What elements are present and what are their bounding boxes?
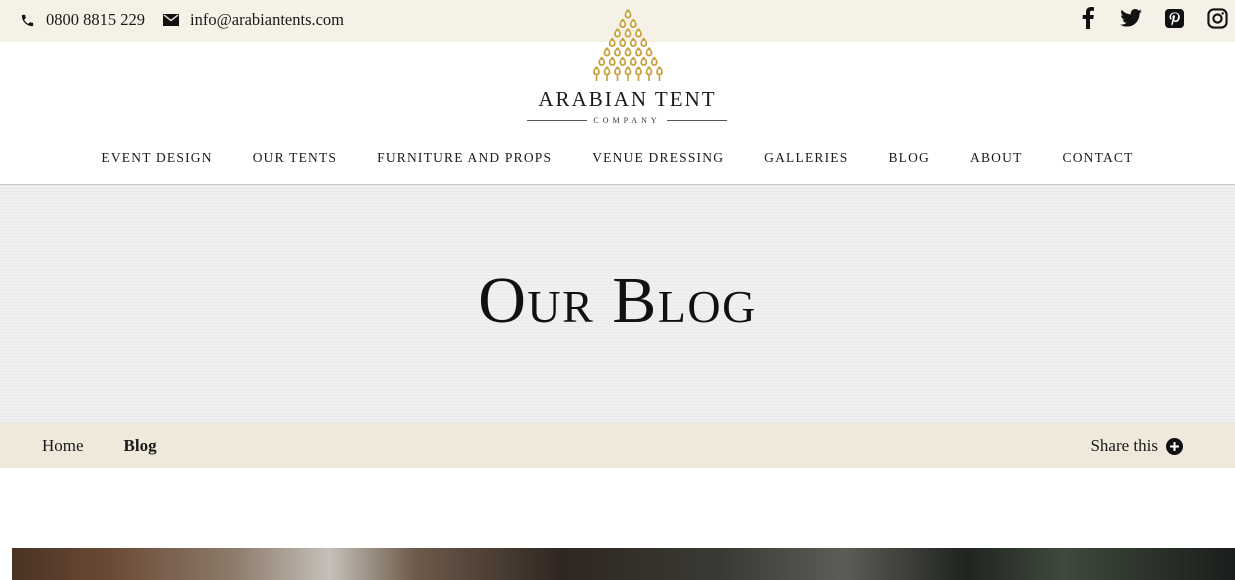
nav-item-venue-dressing[interactable]: VENUE DRESSING xyxy=(592,150,724,176)
lantern-shape xyxy=(624,28,632,38)
social-links xyxy=(1057,6,1229,30)
breadcrumb-bar: Home Blog Share this xyxy=(0,423,1235,468)
nav-item-our-tents[interactable]: OUR TENTS xyxy=(253,150,337,176)
lantern-shape xyxy=(603,66,611,81)
lantern-shape xyxy=(608,56,616,66)
lantern-shape xyxy=(614,66,621,81)
lantern-shape xyxy=(640,56,648,66)
lantern-shape xyxy=(635,66,642,81)
lantern-shape xyxy=(624,47,632,57)
lantern-shape xyxy=(619,18,627,28)
email-link[interactable]: info@arabiantents.com xyxy=(163,10,344,30)
lantern-shape xyxy=(656,66,663,81)
contact-info: 0800 8815 229 info@arabiantents.com xyxy=(20,10,362,30)
lantern-shape xyxy=(629,37,637,47)
lantern-shape xyxy=(624,9,632,19)
nav-item-event-design[interactable]: EVENT DESIGN xyxy=(101,150,212,176)
lantern-shape xyxy=(598,56,606,66)
nav-item-blog[interactable]: BLOG xyxy=(888,150,930,176)
lantern-shape xyxy=(635,47,642,57)
plus-circle-icon xyxy=(1166,437,1183,455)
logo-name: ARABIAN TENT xyxy=(538,87,717,111)
site-logo[interactable]: ARABIAN TENT COMPANY xyxy=(520,8,735,130)
lantern-shape xyxy=(629,56,637,66)
twitter-icon[interactable] xyxy=(1119,6,1143,30)
lantern-shape xyxy=(614,28,621,38)
blog-post-image[interactable] xyxy=(12,548,1235,580)
phone-link[interactable]: 0800 8815 229 xyxy=(20,10,145,30)
nav-item-contact[interactable]: CONTACT xyxy=(1063,150,1134,176)
lantern-shape xyxy=(619,56,627,66)
logo-subtitle: COMPANY xyxy=(527,113,727,127)
lantern-shape xyxy=(645,66,653,81)
logo-subtitle-text: COMPANY xyxy=(593,115,661,125)
logo-rule-right xyxy=(666,119,727,121)
phone-number: 0800 8815 229 xyxy=(46,10,145,29)
nav-item-galleries[interactable]: GALLERIES xyxy=(764,150,848,176)
share-button[interactable]: Share this xyxy=(1090,436,1183,456)
lantern-shape xyxy=(619,37,627,47)
breadcrumb-current: Blog xyxy=(123,436,157,455)
logo-rule-left xyxy=(527,119,588,121)
lantern-shape xyxy=(603,47,611,57)
page-hero: Our Blog xyxy=(0,185,1235,423)
lantern-shape xyxy=(593,66,600,81)
page-title: Our Blog xyxy=(478,264,757,337)
email-address: info@arabiantents.com xyxy=(190,10,345,29)
lantern-shape xyxy=(624,66,632,81)
lantern-shape xyxy=(608,37,616,47)
main-nav: EVENT DESIGN OUR TENTS FURNITURE AND PRO… xyxy=(0,150,1235,176)
lantern-shape xyxy=(635,28,642,38)
instagram-icon[interactable] xyxy=(1205,6,1229,30)
phone-icon xyxy=(21,14,34,26)
breadcrumb: Home Blog xyxy=(42,436,197,456)
lantern-pyramid-logo-icon xyxy=(593,9,663,81)
pinterest-icon[interactable] xyxy=(1162,6,1186,30)
nav-item-about[interactable]: ABOUT xyxy=(970,150,1023,176)
lantern-shape xyxy=(650,56,658,66)
lantern-shape xyxy=(640,37,648,47)
breadcrumb-home[interactable]: Home xyxy=(42,436,84,456)
lantern-shape xyxy=(614,47,621,57)
facebook-icon[interactable] xyxy=(1076,6,1100,30)
lantern-shape xyxy=(645,47,653,57)
nav-item-furniture-and-props[interactable]: FURNITURE AND PROPS xyxy=(377,150,552,176)
lantern-shape xyxy=(629,18,637,28)
share-label: Share this xyxy=(1090,436,1158,455)
envelope-icon xyxy=(163,14,179,26)
